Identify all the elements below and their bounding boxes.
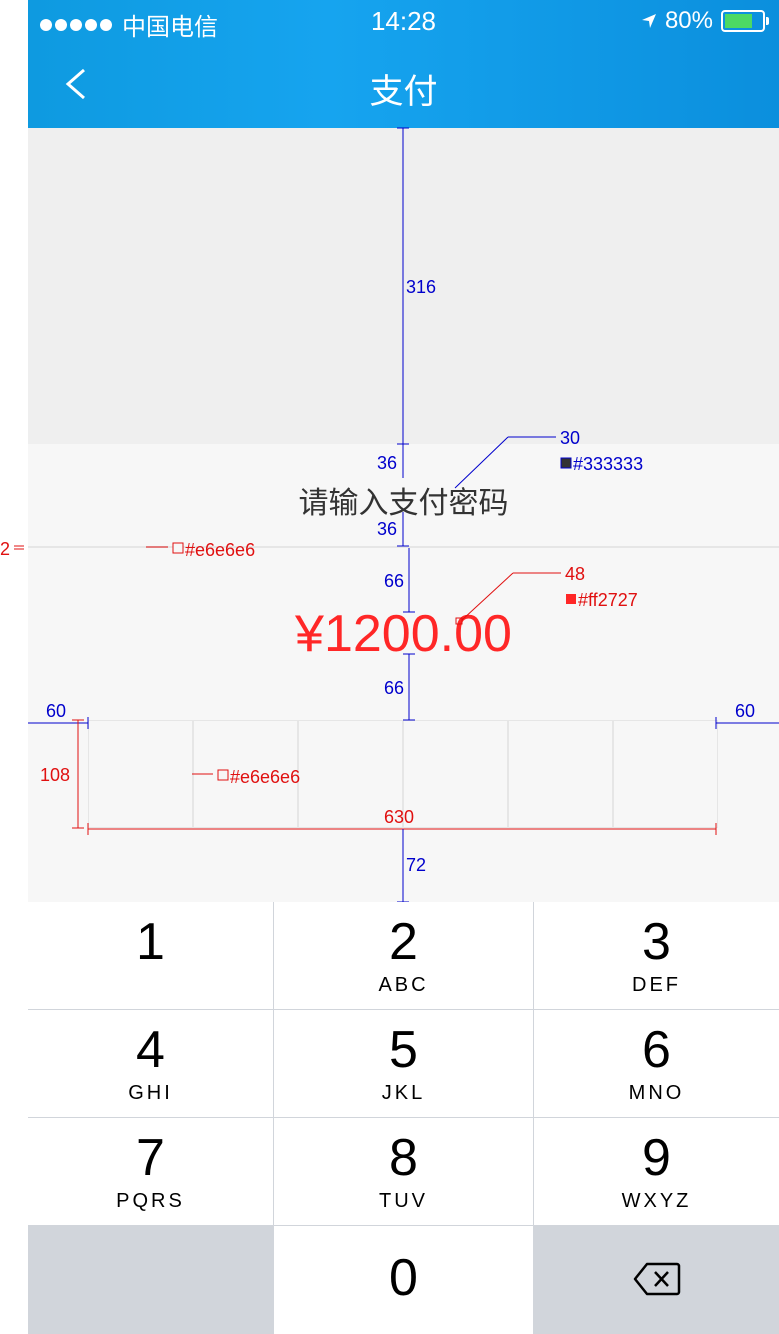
key-9[interactable]: 9 WXYZ — [534, 1118, 779, 1225]
password-input[interactable] — [88, 720, 718, 828]
key-digit: 0 — [389, 1249, 418, 1307]
navigation-bar: 支付 — [28, 40, 779, 128]
key-letters: DEF — [632, 974, 681, 996]
payment-panel: 请输入支付密码 ¥1200.00 — [28, 444, 779, 902]
password-digit-box[interactable] — [614, 721, 717, 827]
key-4[interactable]: 4 GHI — [28, 1010, 273, 1117]
delete-key[interactable] — [534, 1226, 779, 1334]
key-letters: GHI — [128, 1082, 173, 1104]
top-spacer — [28, 128, 779, 444]
key-letters: ABC — [378, 974, 429, 996]
key-digit: 1 — [136, 913, 165, 971]
key-6[interactable]: 6 MNO — [534, 1010, 779, 1117]
password-digit-box[interactable] — [404, 721, 509, 827]
key-digit: 7 — [136, 1129, 165, 1187]
annotation-divider-height: 2 — [0, 539, 10, 559]
key-blank — [28, 1226, 273, 1334]
key-2[interactable]: 2 ABC — [274, 902, 533, 1009]
key-8[interactable]: 8 TUV — [274, 1118, 533, 1225]
key-letters: WXYZ — [621, 1190, 692, 1212]
backspace-icon — [633, 1262, 681, 1296]
numeric-keypad: 1 2 ABC 3 DEF 4 GHI 5 JKL 6 MNO 7 PQRS 8 TUV 9 W… — [28, 902, 779, 1334]
key-digit: 9 — [642, 1129, 671, 1187]
key-digit: 2 — [389, 913, 418, 971]
battery-icon — [721, 10, 769, 32]
key-letters: PQRS — [116, 1190, 185, 1212]
password-digit-box[interactable] — [194, 721, 299, 827]
password-digit-box[interactable] — [89, 721, 194, 827]
app-header: 中国电信 14:28 80% 支付 — [28, 0, 779, 128]
key-digit: 6 — [642, 1021, 671, 1079]
status-bar: 中国电信 14:28 80% — [28, 0, 779, 41]
battery-percent: 80% — [664, 7, 713, 34]
key-5[interactable]: 5 JKL — [274, 1010, 533, 1117]
key-digit: 3 — [642, 913, 671, 971]
password-prompt: 请输入支付密码 — [298, 487, 509, 520]
key-1[interactable]: 1 — [28, 902, 273, 1009]
key-digit: 5 — [389, 1021, 418, 1079]
key-letters: MNO — [628, 1082, 685, 1104]
payment-amount: ¥1200.00 — [295, 605, 512, 663]
password-digit-box[interactable] — [509, 721, 614, 827]
key-3[interactable]: 3 DEF — [534, 902, 779, 1009]
key-digit: 8 — [389, 1129, 418, 1187]
key-letters: TUV — [379, 1190, 428, 1212]
key-7[interactable]: 7 PQRS — [28, 1118, 273, 1225]
key-letters: JKL — [381, 1082, 426, 1104]
key-0[interactable]: 0 — [274, 1226, 533, 1334]
location-icon — [641, 14, 656, 28]
page-title: 支付 — [369, 73, 438, 111]
divider — [28, 546, 779, 548]
password-digit-box[interactable] — [299, 721, 404, 827]
key-digit: 4 — [136, 1021, 165, 1079]
